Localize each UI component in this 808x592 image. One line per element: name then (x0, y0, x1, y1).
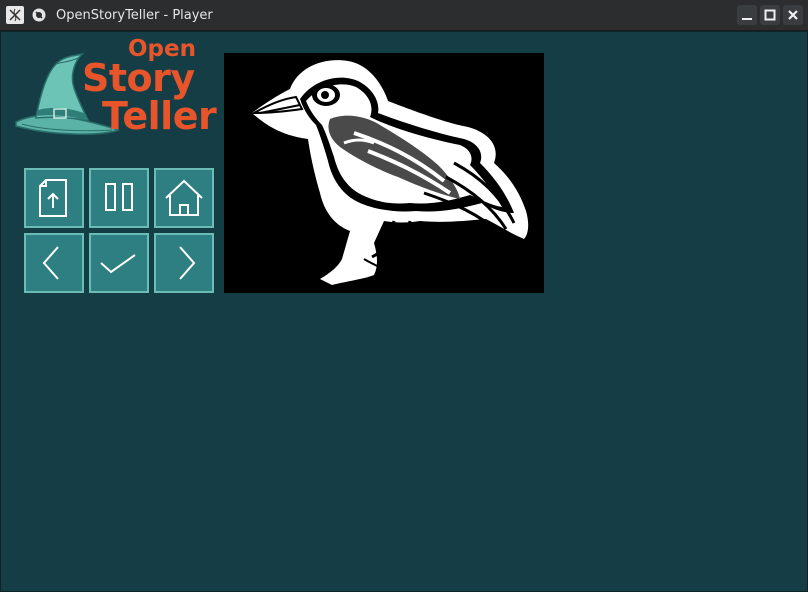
openstoryteller-logo: Open Story Teller (12, 36, 217, 140)
load-story-button[interactable] (24, 168, 84, 228)
close-icon (788, 10, 798, 20)
ok-button[interactable] (89, 233, 149, 293)
home-button[interactable] (154, 168, 214, 228)
pause-button[interactable] (89, 168, 149, 228)
maximize-button[interactable] (760, 5, 780, 25)
file-upload-icon (39, 179, 67, 217)
window-title: OpenStoryTeller - Player (56, 8, 213, 23)
window-titlebar: OpenStoryTeller - Player (0, 0, 808, 31)
bird-icon (250, 60, 529, 285)
story-image (224, 53, 544, 293)
minimize-icon (742, 18, 752, 20)
chevron-right-icon (179, 246, 196, 280)
logo-text-teller: Teller (102, 94, 217, 138)
checkmark-icon (100, 254, 136, 274)
maximize-icon (764, 9, 776, 21)
close-button[interactable] (783, 5, 803, 25)
minimize-button[interactable] (737, 5, 757, 25)
pin-icon[interactable] (31, 7, 47, 23)
previous-button[interactable] (24, 233, 84, 293)
app-icon[interactable] (6, 6, 24, 24)
home-icon (165, 179, 203, 216)
chevron-left-icon (42, 246, 59, 280)
next-button[interactable] (154, 233, 214, 293)
pause-icon (105, 183, 133, 211)
